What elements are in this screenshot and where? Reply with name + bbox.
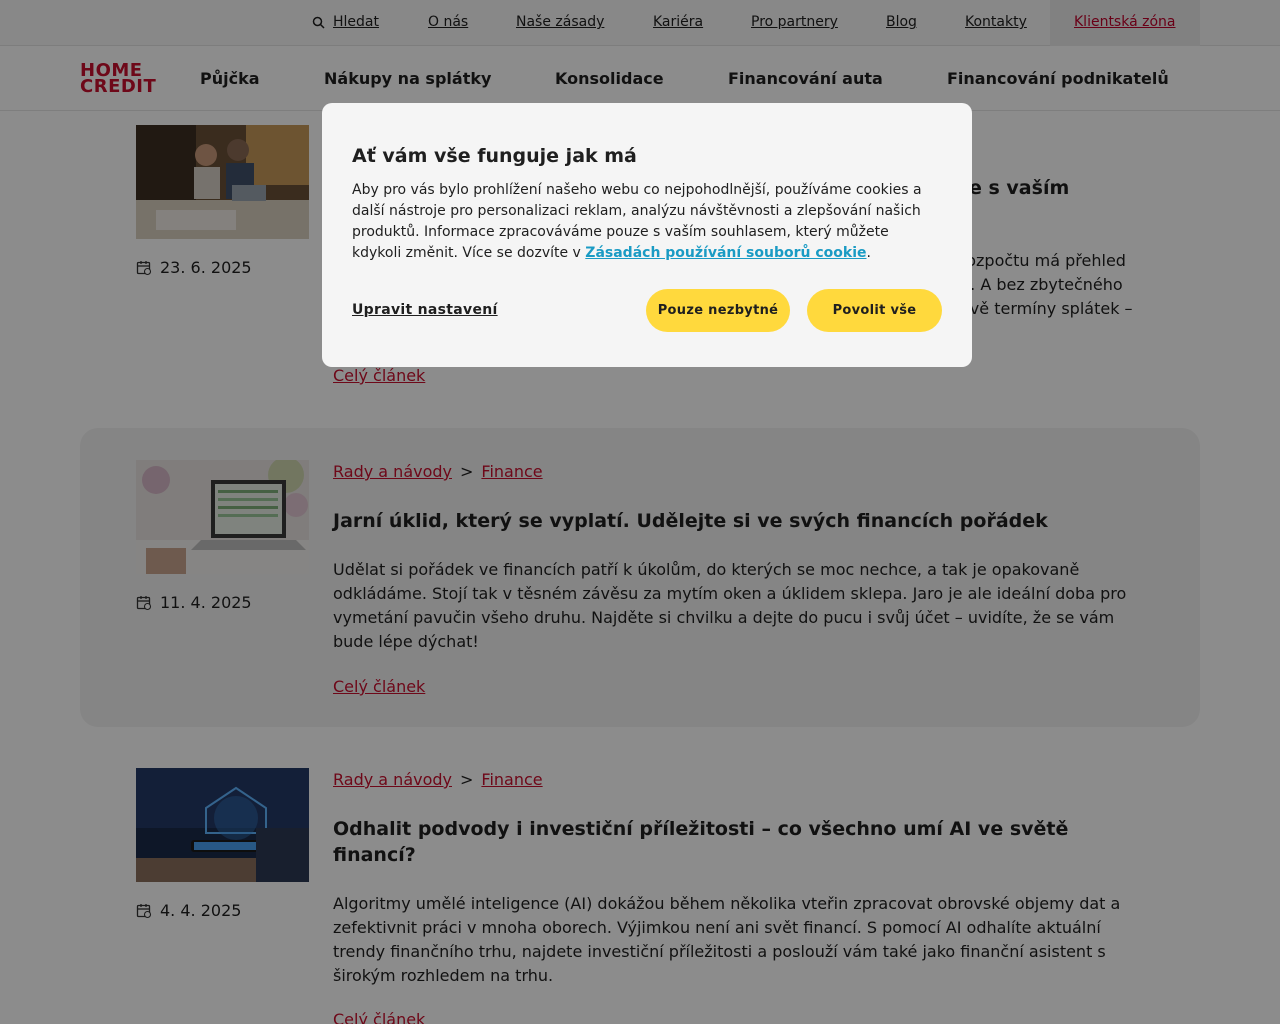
cookie-dialog-text: Aby pro vás bylo prohlížení našeho webu … xyxy=(352,180,942,264)
cookie-text-end: . xyxy=(866,245,871,261)
cookie-consent-dialog: Ať vám vše funguje jak má Aby pro vás by… xyxy=(322,103,972,367)
edit-settings-link[interactable]: Upravit nastavení xyxy=(352,302,498,318)
cookie-dialog-title: Ať vám vše funguje jak má xyxy=(352,145,637,167)
allow-all-button[interactable]: Povolit vše xyxy=(807,289,942,332)
cookie-policy-link[interactable]: Zásadách používání souborů cookie xyxy=(585,245,866,261)
necessary-only-button[interactable]: Pouze nezbytné xyxy=(646,289,790,332)
